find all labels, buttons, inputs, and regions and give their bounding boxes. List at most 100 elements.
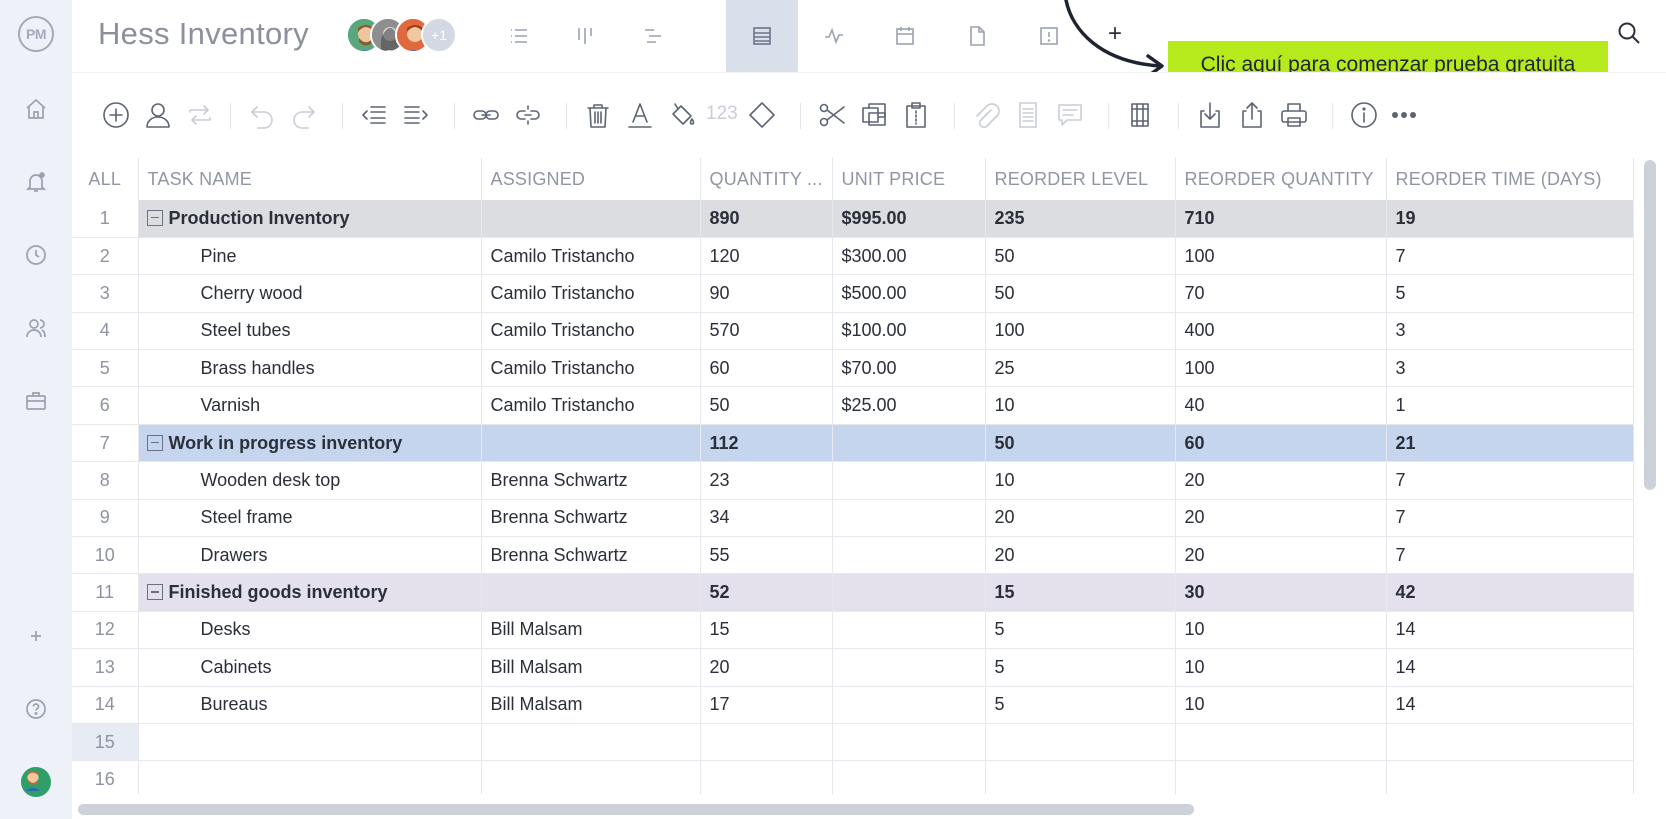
more-members-badge[interactable]: +1 bbox=[421, 17, 457, 53]
reorder-level-cell[interactable]: 100 bbox=[985, 312, 1176, 351]
task-name-cell[interactable]: Cabinets bbox=[138, 648, 482, 687]
table-row[interactable]: 15 bbox=[72, 723, 1634, 762]
number-format-button[interactable]: 123 bbox=[706, 103, 738, 125]
task-name-cell[interactable]: Wooden desk top bbox=[138, 461, 482, 500]
export-button[interactable] bbox=[1234, 97, 1270, 133]
row-number[interactable]: 14 bbox=[72, 686, 139, 724]
row-number[interactable]: 1 bbox=[72, 200, 139, 238]
task-name-cell[interactable]: Production Inventory bbox=[138, 200, 482, 238]
reorder-quantity-cell[interactable]: 10 bbox=[1175, 686, 1387, 724]
column-header[interactable]: REORDER QUANTITY bbox=[1175, 158, 1387, 200]
assigned-cell[interactable]: Brenna Schwartz bbox=[481, 461, 701, 500]
dashboard-view-tab[interactable] bbox=[798, 0, 870, 72]
reorder-level-cell[interactable]: 5 bbox=[985, 611, 1176, 650]
assigned-cell[interactable]: Bill Malsam bbox=[481, 686, 701, 724]
reorder-level-cell[interactable]: 10 bbox=[985, 461, 1176, 500]
reorder-level-cell[interactable]: 5 bbox=[985, 648, 1176, 687]
add-icon[interactable] bbox=[0, 616, 72, 656]
unit-price-cell[interactable]: $70.00 bbox=[832, 349, 986, 388]
reorder-time-cell[interactable]: 14 bbox=[1386, 686, 1634, 724]
task-name-cell[interactable]: Bureaus bbox=[138, 686, 482, 724]
row-number[interactable]: 5 bbox=[72, 349, 139, 388]
column-header[interactable]: REORDER TIME (DAYS) bbox=[1386, 158, 1634, 200]
undo-button[interactable] bbox=[244, 97, 280, 133]
task-name-cell[interactable]: Steel frame bbox=[138, 499, 482, 538]
more-options-button[interactable] bbox=[1386, 97, 1422, 133]
table-row[interactable]: 14 Bureaus Bill Malsam 17 5 10 14 bbox=[72, 686, 1634, 724]
link-button[interactable] bbox=[468, 97, 504, 133]
reorder-time-cell[interactable]: 19 bbox=[1386, 200, 1634, 238]
milestone-button[interactable] bbox=[744, 97, 780, 133]
task-name-cell[interactable]: Finished goods inventory bbox=[138, 573, 482, 612]
unit-price-cell[interactable] bbox=[832, 723, 986, 762]
assigned-cell[interactable]: Camilo Tristancho bbox=[481, 274, 701, 313]
add-task-button[interactable] bbox=[98, 97, 134, 133]
quantity-cell[interactable]: 890 bbox=[700, 200, 833, 238]
reorder-time-cell[interactable]: 1 bbox=[1386, 386, 1634, 425]
home-icon[interactable] bbox=[0, 89, 72, 129]
task-name-cell[interactable] bbox=[138, 760, 482, 794]
horizontal-scrollbar[interactable] bbox=[78, 804, 1194, 815]
user-avatar[interactable] bbox=[0, 762, 72, 802]
row-number[interactable]: 7 bbox=[72, 424, 139, 463]
collapse-icon[interactable] bbox=[146, 584, 163, 601]
redo-button[interactable] bbox=[286, 97, 322, 133]
reorder-quantity-cell[interactable]: 70 bbox=[1175, 274, 1387, 313]
row-number[interactable]: 15 bbox=[72, 723, 139, 762]
unit-price-cell[interactable] bbox=[832, 461, 986, 500]
reorder-time-cell[interactable]: 21 bbox=[1386, 424, 1634, 463]
notifications-icon[interactable] bbox=[0, 162, 72, 202]
reorder-level-cell[interactable] bbox=[985, 760, 1176, 794]
column-header[interactable]: ASSIGNED bbox=[481, 158, 701, 200]
quantity-cell[interactable]: 112 bbox=[700, 424, 833, 463]
unit-price-cell[interactable]: $100.00 bbox=[832, 312, 986, 351]
assigned-cell[interactable]: Camilo Tristancho bbox=[481, 237, 701, 276]
collapse-icon[interactable] bbox=[146, 209, 163, 226]
reorder-time-cell[interactable]: 7 bbox=[1386, 499, 1634, 538]
reorder-time-cell[interactable]: 14 bbox=[1386, 611, 1634, 650]
quantity-cell[interactable]: 34 bbox=[700, 499, 833, 538]
calendar-view-tab[interactable] bbox=[869, 0, 941, 72]
row-number[interactable]: 10 bbox=[72, 536, 139, 575]
comment-button[interactable] bbox=[1052, 97, 1088, 133]
briefcase-icon[interactable] bbox=[0, 381, 72, 421]
unit-price-cell[interactable] bbox=[832, 611, 986, 650]
paste-button[interactable] bbox=[898, 97, 934, 133]
reorder-level-cell[interactable]: 15 bbox=[985, 573, 1176, 612]
reorder-quantity-cell[interactable]: 710 bbox=[1175, 200, 1387, 238]
reorder-level-cell[interactable]: 25 bbox=[985, 349, 1176, 388]
font-color-button[interactable] bbox=[622, 97, 658, 133]
reorder-time-cell[interactable]: 7 bbox=[1386, 237, 1634, 276]
quantity-cell[interactable]: 17 bbox=[700, 686, 833, 724]
assigned-cell[interactable]: Camilo Tristancho bbox=[481, 349, 701, 388]
group-row[interactable]: 7 Work in progress inventory 112 50 60 21 bbox=[72, 424, 1634, 463]
row-number[interactable]: 3 bbox=[72, 274, 139, 313]
board-view-tab[interactable] bbox=[549, 0, 621, 72]
select-all-header[interactable]: ALL bbox=[72, 158, 139, 200]
reorder-level-cell[interactable]: 50 bbox=[985, 424, 1176, 463]
row-number[interactable]: 16 bbox=[72, 760, 139, 794]
quantity-cell[interactable]: 120 bbox=[700, 237, 833, 276]
delete-button[interactable] bbox=[580, 97, 616, 133]
row-number[interactable]: 11 bbox=[72, 573, 139, 612]
reorder-level-cell[interactable]: 5 bbox=[985, 686, 1176, 724]
reorder-level-cell[interactable] bbox=[985, 723, 1176, 762]
table-row[interactable]: 8 Wooden desk top Brenna Schwartz 23 10 20 7 bbox=[72, 461, 1634, 500]
reorder-time-cell[interactable]: 7 bbox=[1386, 536, 1634, 575]
assigned-cell[interactable]: Camilo Tristancho bbox=[481, 386, 701, 425]
quantity-cell[interactable]: 15 bbox=[700, 611, 833, 650]
copy-button[interactable] bbox=[856, 97, 892, 133]
table-row[interactable]: 3 Cherry wood Camilo Tristancho 90 $500.00 50… bbox=[72, 274, 1634, 313]
info-button[interactable] bbox=[1346, 97, 1382, 133]
reorder-level-cell[interactable]: 20 bbox=[985, 499, 1176, 538]
assigned-cell[interactable] bbox=[481, 200, 701, 238]
document-view-tab[interactable] bbox=[941, 0, 1013, 72]
quantity-cell[interactable] bbox=[700, 760, 833, 794]
table-row[interactable]: 4 Steel tubes Camilo Tristancho 570 $100.00 1… bbox=[72, 312, 1634, 351]
pm-logo[interactable]: PM bbox=[0, 14, 72, 54]
reorder-quantity-cell[interactable] bbox=[1175, 760, 1387, 794]
assigned-cell[interactable] bbox=[481, 573, 701, 612]
reorder-time-cell[interactable]: 5 bbox=[1386, 274, 1634, 313]
column-header[interactable]: REORDER LEVEL bbox=[985, 158, 1176, 200]
reorder-level-cell[interactable]: 10 bbox=[985, 386, 1176, 425]
